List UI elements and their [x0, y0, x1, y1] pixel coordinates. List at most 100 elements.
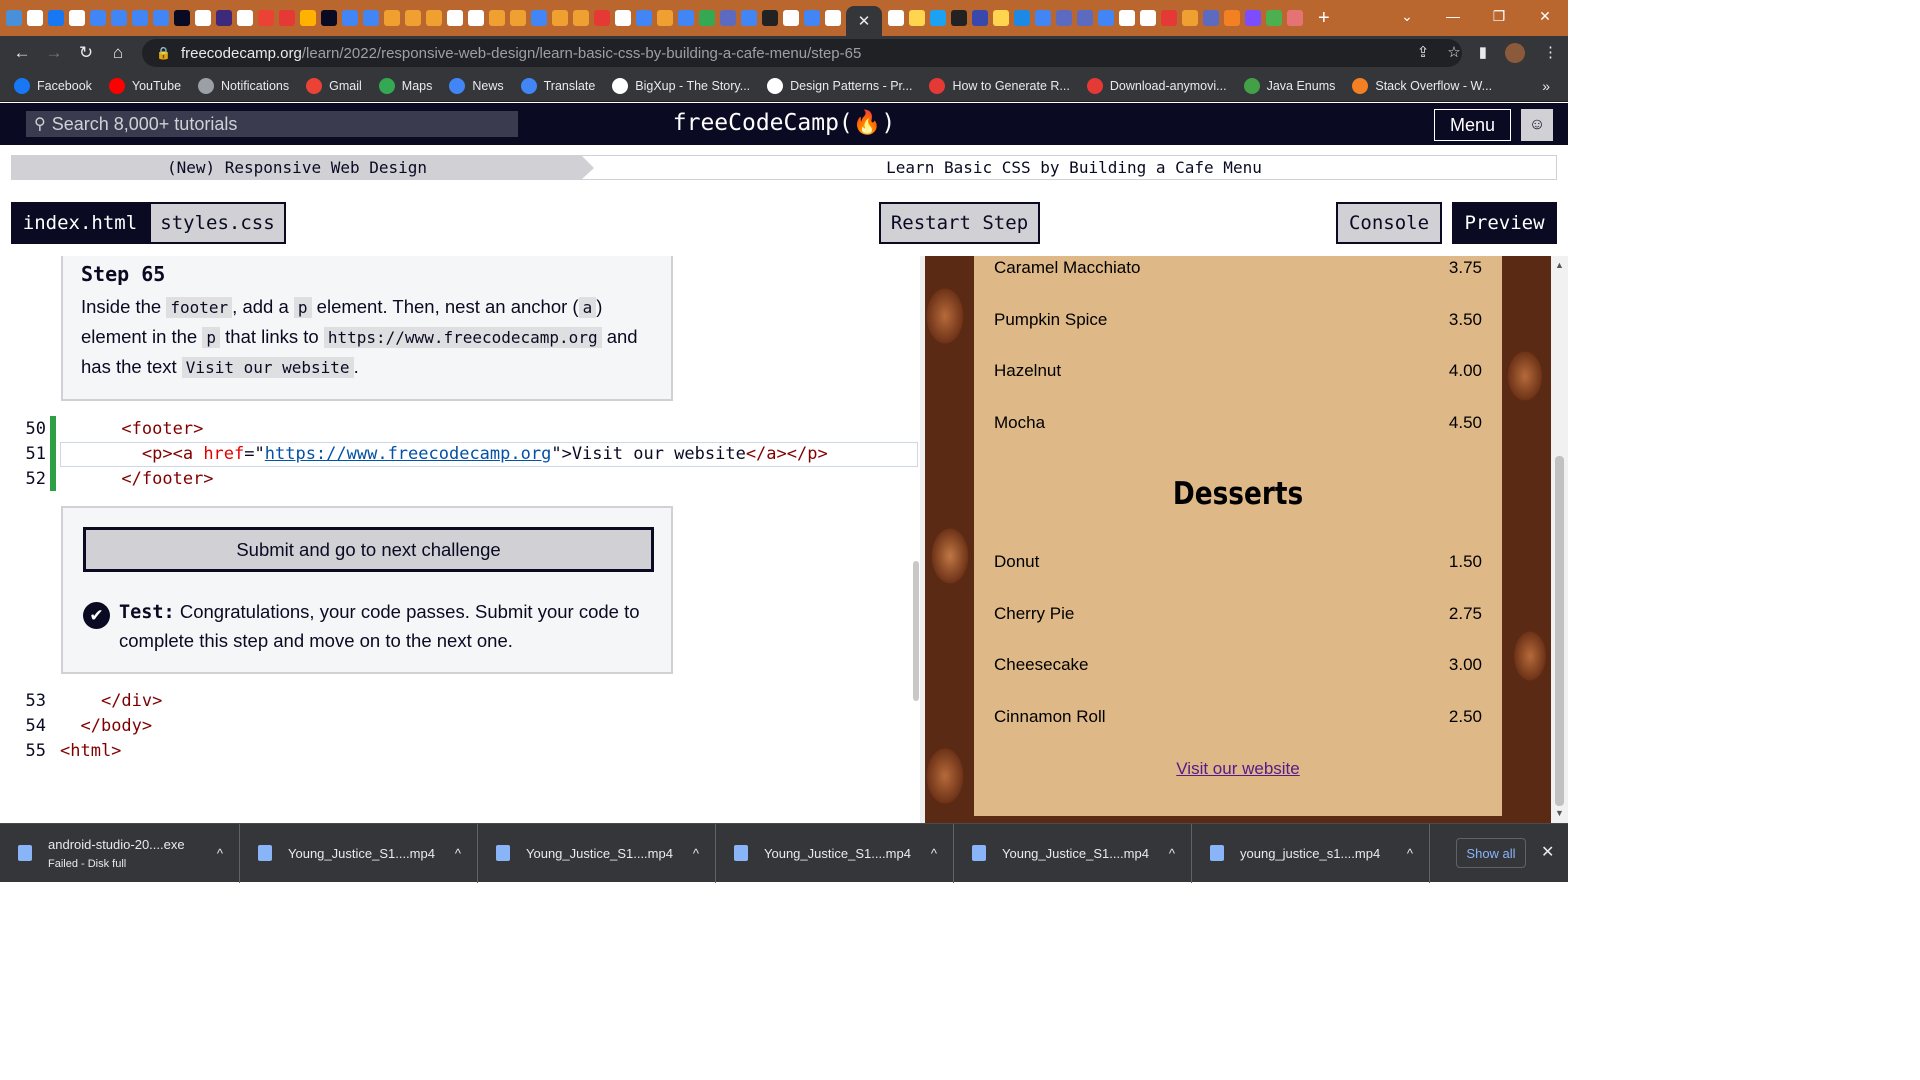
chevron-up-icon[interactable]: ^ [693, 846, 699, 861]
forward-icon[interactable]: → [38, 43, 70, 63]
tab-favicon-icon[interactable] [111, 10, 127, 26]
chrome-menu-icon[interactable]: ⋮ [1543, 43, 1558, 63]
tab-favicon-icon[interactable] [762, 10, 778, 26]
tab-favicon-icon[interactable] [1077, 10, 1093, 26]
bookmark-item[interactable]: News [449, 77, 504, 94]
user-avatar[interactable]: ☺ [1521, 109, 1553, 141]
tab-favicon-icon[interactable] [1161, 10, 1177, 26]
close-tab-icon[interactable]: ✕ [858, 12, 871, 30]
tab-favicon-icon[interactable] [300, 10, 316, 26]
active-tab[interactable]: ✕ [846, 6, 882, 36]
console-button[interactable]: Console [1336, 202, 1442, 244]
tab-favicon-icon[interactable] [216, 10, 232, 26]
tab-favicon-icon[interactable] [1098, 10, 1114, 26]
bookmark-item[interactable]: How to Generate R... [929, 77, 1070, 94]
chevron-up-icon[interactable]: ^ [1407, 846, 1413, 861]
tab-favicon-icon[interactable] [825, 10, 841, 26]
tab-favicon-icon[interactable] [510, 10, 526, 26]
tab-favicon-icon[interactable] [195, 10, 211, 26]
code-line[interactable]: 54 </body> [0, 713, 920, 738]
tab-favicon-icon[interactable] [1245, 10, 1261, 26]
download-item[interactable]: Young_Justice_S1....mp4 ^ [716, 823, 954, 883]
minimize-icon[interactable]: — [1430, 8, 1476, 24]
download-item[interactable]: Young_Justice_S1....mp4 ^ [954, 823, 1192, 883]
download-item[interactable]: Young_Justice_S1....mp4 ^ [478, 823, 716, 883]
chevron-up-icon[interactable]: ^ [455, 846, 461, 861]
url-field[interactable]: 🔒 freecodecamp.org/learn/2022/responsive… [142, 39, 1462, 67]
bookmark-item[interactable]: YouTube [108, 77, 181, 94]
tab-favicon-icon[interactable] [1182, 10, 1198, 26]
tab-favicon-icon[interactable] [888, 10, 904, 26]
tab-favicon-icon[interactable] [951, 10, 967, 26]
restart-step-button[interactable]: Restart Step [879, 202, 1040, 244]
preview-scrollbar[interactable]: ▲ ▼ [1551, 256, 1568, 823]
visit-website-link[interactable]: Visit our website [974, 759, 1502, 779]
tab-favicon-icon[interactable] [972, 10, 988, 26]
tab-favicon-icon[interactable] [783, 10, 799, 26]
tab-favicon-icon[interactable] [930, 10, 946, 26]
preview-button[interactable]: Preview [1452, 202, 1557, 244]
tab-favicon-icon[interactable] [552, 10, 568, 26]
tab-favicon-icon[interactable] [363, 10, 379, 26]
close-downloads-icon[interactable]: ✕ [1541, 842, 1554, 862]
tab-favicon-icon[interactable] [594, 10, 610, 26]
bookmark-item[interactable]: Java Enums [1243, 77, 1335, 94]
profile-avatar[interactable] [1505, 43, 1525, 63]
share-icon[interactable]: ⇪ [1417, 43, 1430, 63]
bookmark-item[interactable]: Download-anymovi... [1086, 77, 1227, 94]
tab-favicon-icon[interactable] [1224, 10, 1240, 26]
tab-favicon-icon[interactable] [804, 10, 820, 26]
menu-button[interactable]: Menu [1434, 109, 1511, 141]
tab-favicon-icon[interactable] [90, 10, 106, 26]
tab-favicon-icon[interactable] [1035, 10, 1051, 26]
tab-favicon-icon[interactable] [1056, 10, 1072, 26]
tab-index-html[interactable]: index.html [11, 202, 149, 244]
tab-favicon-icon[interactable] [27, 10, 43, 26]
tab-favicon-icon[interactable] [258, 10, 274, 26]
tab-favicon-icon[interactable] [489, 10, 505, 26]
tab-favicon-icon[interactable] [615, 10, 631, 26]
restore-icon[interactable]: ❐ [1476, 8, 1522, 25]
download-item[interactable]: android-studio-20....exe Failed - Disk fu… [0, 823, 240, 883]
chevron-up-icon[interactable]: ^ [931, 846, 937, 861]
tab-favicon-icon[interactable] [1140, 10, 1156, 26]
tab-favicon-icon[interactable] [657, 10, 673, 26]
download-item[interactable]: young_justice_s1....mp4 ^ [1192, 823, 1430, 883]
code-line[interactable]: 50 <footer> [0, 416, 920, 441]
side-panel-icon[interactable]: ▮ [1479, 43, 1487, 63]
tab-favicon-icon[interactable] [678, 10, 694, 26]
chevron-up-icon[interactable]: ^ [217, 846, 223, 861]
code-line[interactable]: 55 <html> [0, 738, 920, 763]
bookmark-item[interactable]: Gmail [306, 77, 362, 94]
tab-favicon-icon[interactable] [993, 10, 1009, 26]
tab-favicon-icon[interactable] [321, 10, 337, 26]
tab-favicon-icon[interactable] [699, 10, 715, 26]
scroll-up-icon[interactable]: ▲ [1555, 260, 1564, 270]
tab-favicon-icon[interactable] [48, 10, 64, 26]
bookmark-item[interactable]: Maps [378, 77, 432, 94]
home-icon[interactable]: ⌂ [102, 43, 134, 63]
bookmark-item[interactable]: Notifications [198, 77, 289, 94]
tab-favicon-icon[interactable] [468, 10, 484, 26]
download-item[interactable]: Young_Justice_S1....mp4 ^ [240, 823, 478, 883]
bookmark-item[interactable]: Stack Overflow - W... [1352, 77, 1492, 94]
tab-search-icon[interactable]: ⌄ [1384, 8, 1430, 25]
tab-favicon-icon[interactable] [405, 10, 421, 26]
scrollbar-thumb[interactable] [1555, 456, 1564, 806]
tab-favicon-icon[interactable] [237, 10, 253, 26]
breadcrumb-course[interactable]: (New) Responsive Web Design [12, 156, 594, 179]
tab-favicon-icon[interactable] [1119, 10, 1135, 26]
tab-favicon-icon[interactable] [909, 10, 925, 26]
bookmark-star-icon[interactable]: ☆ [1447, 43, 1460, 63]
lock-icon[interactable]: 🔒 [156, 46, 171, 60]
tab-favicon-icon[interactable] [132, 10, 148, 26]
tab-favicon-icon[interactable] [636, 10, 652, 26]
tab-favicon-icon[interactable] [153, 10, 169, 26]
tab-favicon-icon[interactable] [426, 10, 442, 26]
code-line[interactable]: 53 </div> [0, 688, 920, 713]
code-line[interactable]: 51 <p><a href="https://www.freecodecamp.… [0, 441, 920, 466]
bookmarks-overflow-icon[interactable]: » [1542, 78, 1550, 94]
tab-favicon-icon[interactable] [447, 10, 463, 26]
chevron-up-icon[interactable]: ^ [1169, 846, 1175, 861]
show-all-button[interactable]: Show all [1456, 838, 1526, 868]
